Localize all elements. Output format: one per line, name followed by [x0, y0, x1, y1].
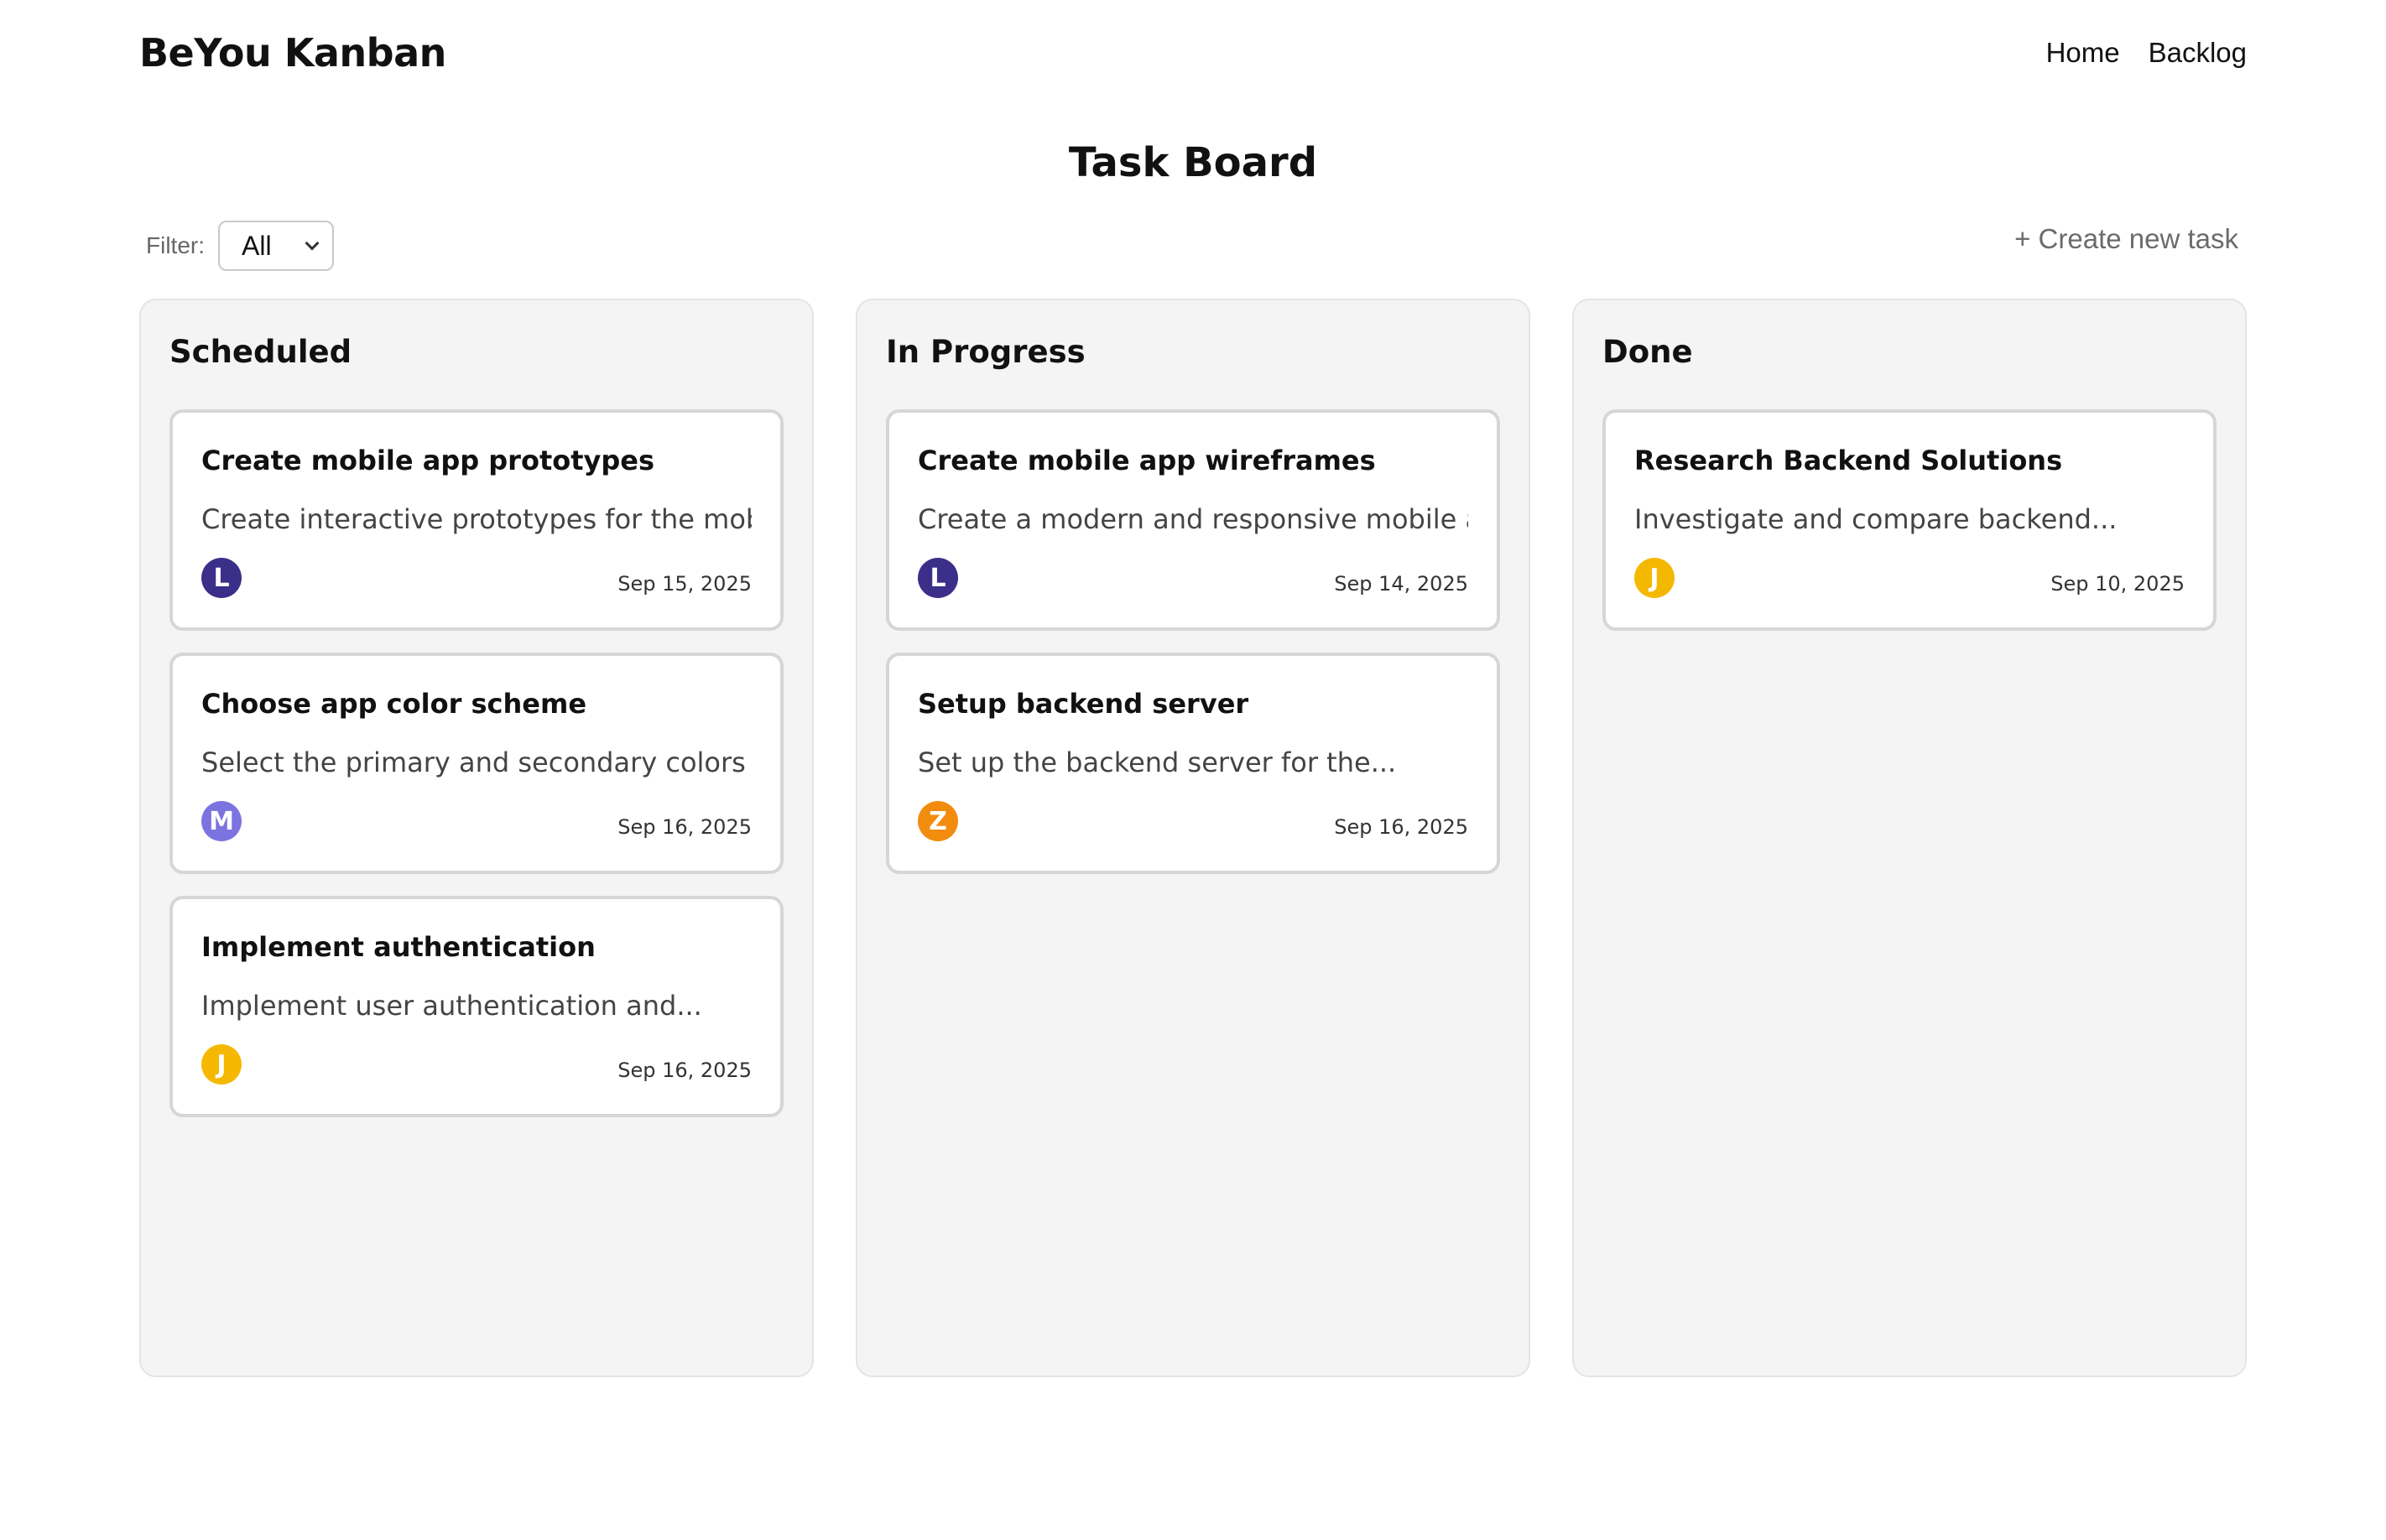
task-description: Select the primary and secondary colors … [201, 747, 752, 778]
app-header: BeYou Kanban Home Backlog [139, 23, 2247, 82]
task-footer: J Sep 16, 2025 [201, 1043, 752, 1085]
column-scheduled: Scheduled Create mobile app prototypes C… [139, 299, 814, 1377]
column-done: Done Research Backend Solutions Investig… [1572, 299, 2247, 1377]
column-title: Done [1602, 334, 1693, 370]
task-card[interactable]: Setup backend server Set up the backend … [886, 653, 1500, 874]
chevron-down-icon [305, 236, 320, 251]
task-footer: M Sep 16, 2025 [201, 800, 752, 842]
column-title: In Progress [886, 334, 1086, 370]
task-due-date: Sep 10, 2025 [2050, 572, 2185, 596]
task-footer: Z Sep 16, 2025 [918, 800, 1468, 842]
filter-bar: Filter: All [146, 220, 334, 272]
nav-backlog-link[interactable]: Backlog [2149, 37, 2247, 69]
task-title: Choose app color scheme [201, 688, 587, 720]
task-title: Create mobile app wireframes [918, 445, 1376, 476]
nav-home-link[interactable]: Home [2046, 37, 2120, 69]
assignee-avatar: Z [918, 801, 958, 841]
assignee-avatar: M [201, 801, 242, 841]
assignee-avatar: L [918, 558, 958, 598]
top-nav: Home Backlog [2046, 37, 2247, 69]
filter-select[interactable]: All [218, 221, 334, 271]
assignee-avatar: L [201, 558, 242, 598]
task-due-date: Sep 16, 2025 [617, 815, 752, 839]
task-description: Set up the backend server for the... [918, 747, 1397, 778]
column-title: Scheduled [169, 334, 352, 370]
task-title: Create mobile app prototypes [201, 445, 655, 476]
task-footer: L Sep 14, 2025 [918, 557, 1468, 599]
task-card[interactable]: Choose app color scheme Select the prima… [169, 653, 784, 874]
task-due-date: Sep 14, 2025 [1334, 572, 1468, 596]
task-title: Implement authentication [201, 931, 596, 963]
task-description: Create a modern and responsive mobile ap… [918, 503, 1468, 535]
filter-selected-value: All [242, 230, 272, 261]
task-title: Setup backend server [918, 688, 1249, 720]
assignee-avatar: J [1634, 558, 1675, 598]
task-footer: L Sep 15, 2025 [201, 557, 752, 599]
app-title: BeYou Kanban [139, 30, 446, 75]
task-description: Implement user authentication and... [201, 990, 702, 1022]
task-card[interactable]: Create mobile app prototypes Create inte… [169, 409, 784, 631]
task-description: Create interactive prototypes for the mo… [201, 503, 752, 535]
task-due-date: Sep 16, 2025 [1334, 815, 1468, 839]
task-due-date: Sep 15, 2025 [617, 572, 752, 596]
task-due-date: Sep 16, 2025 [617, 1059, 752, 1082]
assignee-avatar: J [201, 1044, 242, 1085]
page-title: Task Board [1068, 139, 1318, 186]
task-board: Scheduled Create mobile app prototypes C… [139, 299, 2247, 1377]
create-task-label: + Create new task [2014, 223, 2238, 254]
column-in-progress: In Progress Create mobile app wireframes… [856, 299, 1530, 1377]
task-footer: J Sep 10, 2025 [1634, 557, 2185, 599]
task-description: Investigate and compare backend... [1634, 503, 2118, 535]
create-task-button[interactable]: + Create new task [2014, 223, 2238, 255]
task-title: Research Backend Solutions [1634, 445, 2063, 476]
task-card[interactable]: Create mobile app wireframes Create a mo… [886, 409, 1500, 631]
filter-label: Filter: [146, 232, 205, 258]
task-card[interactable]: Implement authentication Implement user … [169, 896, 784, 1117]
task-card[interactable]: Research Backend Solutions Investigate a… [1602, 409, 2217, 631]
